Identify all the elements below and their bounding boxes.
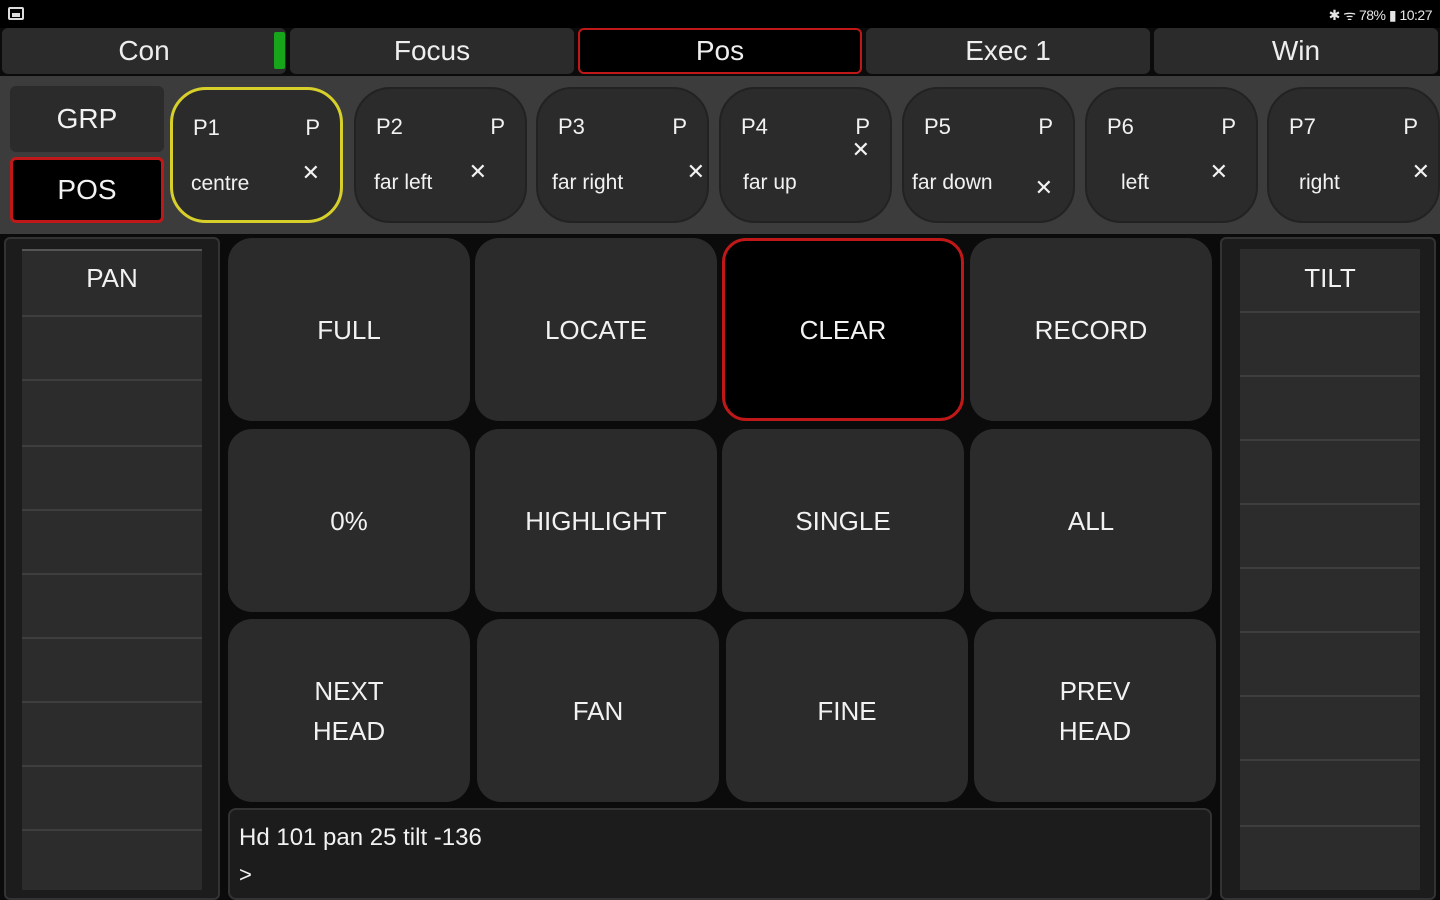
highlight-button[interactable]: HIGHLIGHT — [475, 429, 717, 612]
palette-p1[interactable]: P1 P centre ✕ — [170, 87, 343, 223]
close-icon[interactable]: ✕ — [852, 137, 870, 163]
tab-win[interactable]: Win — [1154, 28, 1438, 74]
palette-flag: P — [1221, 114, 1236, 139]
grp-button[interactable]: GRP — [10, 86, 164, 152]
palette-id: P2 — [376, 114, 403, 139]
tab-label: Win — [1271, 35, 1321, 66]
tilt-fader[interactable]: TILT — [1240, 249, 1420, 890]
close-icon[interactable]: ✕ — [1035, 175, 1053, 201]
close-icon[interactable]: ✕ — [1412, 159, 1430, 185]
pan-fader[interactable]: PAN — [22, 249, 202, 890]
button-label: FAN — [572, 695, 624, 726]
palette-id: P6 — [1107, 114, 1134, 139]
button-label: CLEAR — [799, 314, 887, 345]
single-button[interactable]: SINGLE — [722, 429, 964, 612]
palette-id: P3 — [558, 114, 585, 139]
palette-name: far up — [743, 171, 797, 194]
palette-name: left — [1121, 171, 1150, 194]
palette-flag: P — [490, 114, 505, 139]
palette-id: P1 — [193, 115, 220, 140]
tilt-label: TILT — [1304, 263, 1356, 293]
close-icon[interactable]: ✕ — [687, 159, 705, 185]
palette-flag: P — [1038, 114, 1053, 139]
button-label: RECORD — [1034, 314, 1148, 345]
button-label: FINE — [817, 695, 877, 726]
pan-label: PAN — [86, 263, 138, 293]
button-label: NEXT HEAD — [312, 675, 386, 746]
palette-name: far down — [912, 171, 993, 194]
palette-name: far left — [374, 171, 433, 194]
palette-id: P5 — [924, 114, 951, 139]
palette-name: centre — [191, 172, 250, 195]
command-history: Hd 101 pan 25 tilt -136 — [239, 824, 482, 851]
palette-name: far right — [552, 171, 624, 194]
tab-label: Focus — [393, 35, 471, 66]
all-button[interactable]: ALL — [970, 429, 1212, 612]
tab-exec-1[interactable]: Exec 1 — [866, 28, 1150, 74]
palette-flag: P — [672, 114, 687, 139]
fan-button[interactable]: FAN — [477, 619, 719, 802]
prev-head-button[interactable]: PREV HEAD — [974, 619, 1216, 802]
record-button[interactable]: RECORD — [970, 238, 1212, 421]
palette-flag: P — [305, 115, 320, 140]
palette-id: P7 — [1289, 114, 1316, 139]
gallery-icon — [8, 7, 24, 20]
zero-percent-button[interactable]: 0% — [228, 429, 470, 612]
palette-p7[interactable]: P7 P right ✕ — [1267, 87, 1440, 223]
close-icon[interactable]: ✕ — [469, 159, 487, 185]
pos-label: POS — [57, 174, 117, 205]
fine-button[interactable]: FINE — [726, 619, 968, 802]
tab-focus[interactable]: Focus — [290, 28, 574, 74]
tab-pos[interactable]: Pos — [578, 28, 862, 74]
palette-p4[interactable]: P4 P far up ✕ — [719, 87, 892, 223]
palette-p5[interactable]: P5 P far down ✕ — [902, 87, 1075, 223]
palette-p2[interactable]: P2 P far left ✕ — [354, 87, 527, 223]
button-label: 0% — [330, 505, 368, 536]
status-info: ✱ ᯤ 78% ▮ 10:27 — [1328, 7, 1433, 23]
grp-label: GRP — [56, 103, 118, 134]
button-label: ALL — [1067, 505, 1115, 536]
status-bar: ✱ ᯤ 78% ▮ 10:27 — [0, 0, 1440, 28]
tab-con[interactable]: Con — [2, 28, 286, 74]
palette-p6[interactable]: P6 P left ✕ — [1085, 87, 1258, 223]
palette-flag: P — [1403, 114, 1418, 139]
command-line[interactable]: Hd 101 pan 25 tilt -136 > — [228, 808, 1212, 900]
command-prompt: > — [239, 862, 252, 887]
palette-name: right — [1299, 171, 1340, 194]
button-label: SINGLE — [795, 505, 891, 536]
button-label: PREV HEAD — [1058, 675, 1132, 746]
button-label: HIGHLIGHT — [525, 505, 667, 536]
next-head-button[interactable]: NEXT HEAD — [228, 619, 470, 802]
tab-label: Exec 1 — [965, 35, 1051, 66]
button-label: FULL — [317, 314, 381, 345]
clear-button[interactable]: CLEAR — [722, 238, 964, 421]
full-button[interactable]: FULL — [228, 238, 470, 421]
palette-p3[interactable]: P3 P far right ✕ — [536, 87, 709, 223]
close-icon[interactable]: ✕ — [302, 160, 320, 186]
locate-button[interactable]: LOCATE — [475, 238, 717, 421]
button-label: LOCATE — [544, 314, 648, 345]
connection-indicator — [274, 32, 285, 69]
palette-id: P4 — [741, 114, 768, 139]
close-icon[interactable]: ✕ — [1210, 159, 1228, 185]
pos-button[interactable]: POS — [10, 157, 164, 223]
tab-label: Pos — [695, 35, 745, 66]
tab-label: Con — [118, 35, 170, 66]
